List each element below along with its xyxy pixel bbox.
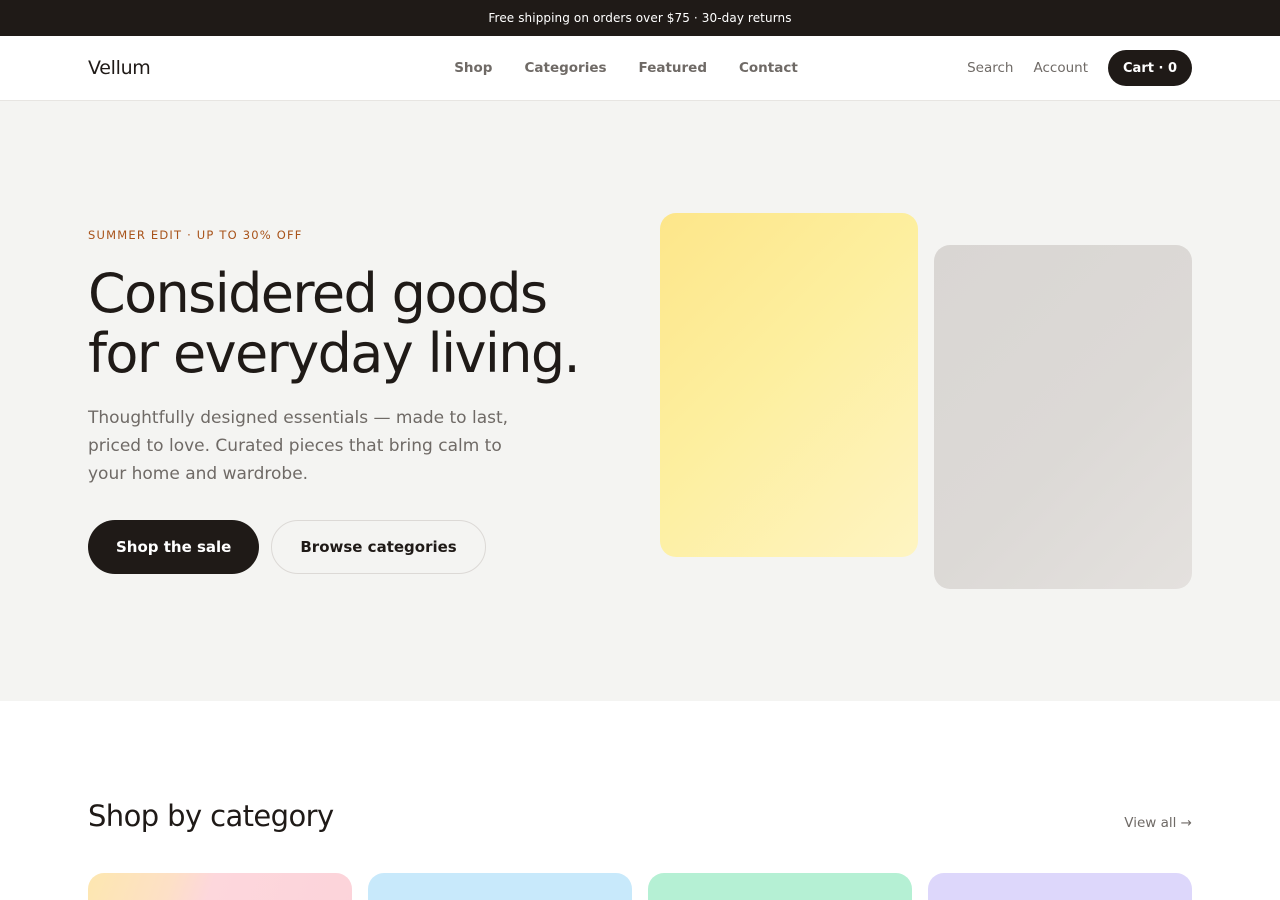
category-card[interactable]	[368, 873, 632, 900]
hero-cta-row: Shop the sale Browse categories	[88, 520, 608, 574]
hero-headline: Considered goods for everyday living.	[88, 264, 608, 384]
hero-section: SUMMER EDIT · UP TO 30% OFF Considered g…	[0, 101, 1280, 701]
view-all-link[interactable]: View all →	[1124, 815, 1192, 831]
nav-categories[interactable]: Categories	[524, 60, 606, 76]
category-card[interactable]	[928, 873, 1192, 900]
hero-content: SUMMER EDIT · UP TO 30% OFF Considered g…	[88, 228, 608, 574]
browse-categories-button[interactable]: Browse categories	[271, 520, 486, 574]
announcement-text: Free shipping on orders over $75 · 30-da…	[488, 11, 792, 25]
nav-featured[interactable]: Featured	[639, 60, 707, 76]
site-header: Vellum Shop Categories Featured Contact …	[0, 36, 1280, 101]
hero-headline-line-1: Considered goods	[88, 262, 548, 325]
hero-subcopy: Thoughtfully designed essentials — made …	[88, 408, 509, 484]
header-actions: Search Account Cart · 0	[967, 50, 1192, 86]
cart-button[interactable]: Cart · 0	[1108, 50, 1192, 86]
brand-logo[interactable]: Vellum	[88, 57, 151, 79]
hero-eyebrow: SUMMER EDIT · UP TO 30% OFF	[88, 228, 303, 242]
account-link[interactable]: Account	[1034, 60, 1089, 76]
shop-sale-button[interactable]: Shop the sale	[88, 520, 260, 574]
category-section: Shop by category View all →	[0, 701, 1280, 900]
hero-image-tile-gray	[934, 245, 1192, 589]
announcement-bar: Free shipping on orders over $75 · 30-da…	[0, 0, 1280, 36]
search-link[interactable]: Search	[967, 60, 1013, 76]
hero-image-tile-yellow	[660, 213, 918, 557]
category-section-title: Shop by category	[88, 799, 334, 833]
category-card[interactable]	[88, 873, 352, 900]
hero-headline-line-2: for everyday living.	[88, 322, 581, 385]
nav-contact[interactable]: Contact	[739, 60, 798, 76]
nav-shop[interactable]: Shop	[454, 60, 492, 76]
category-card[interactable]	[648, 873, 912, 900]
